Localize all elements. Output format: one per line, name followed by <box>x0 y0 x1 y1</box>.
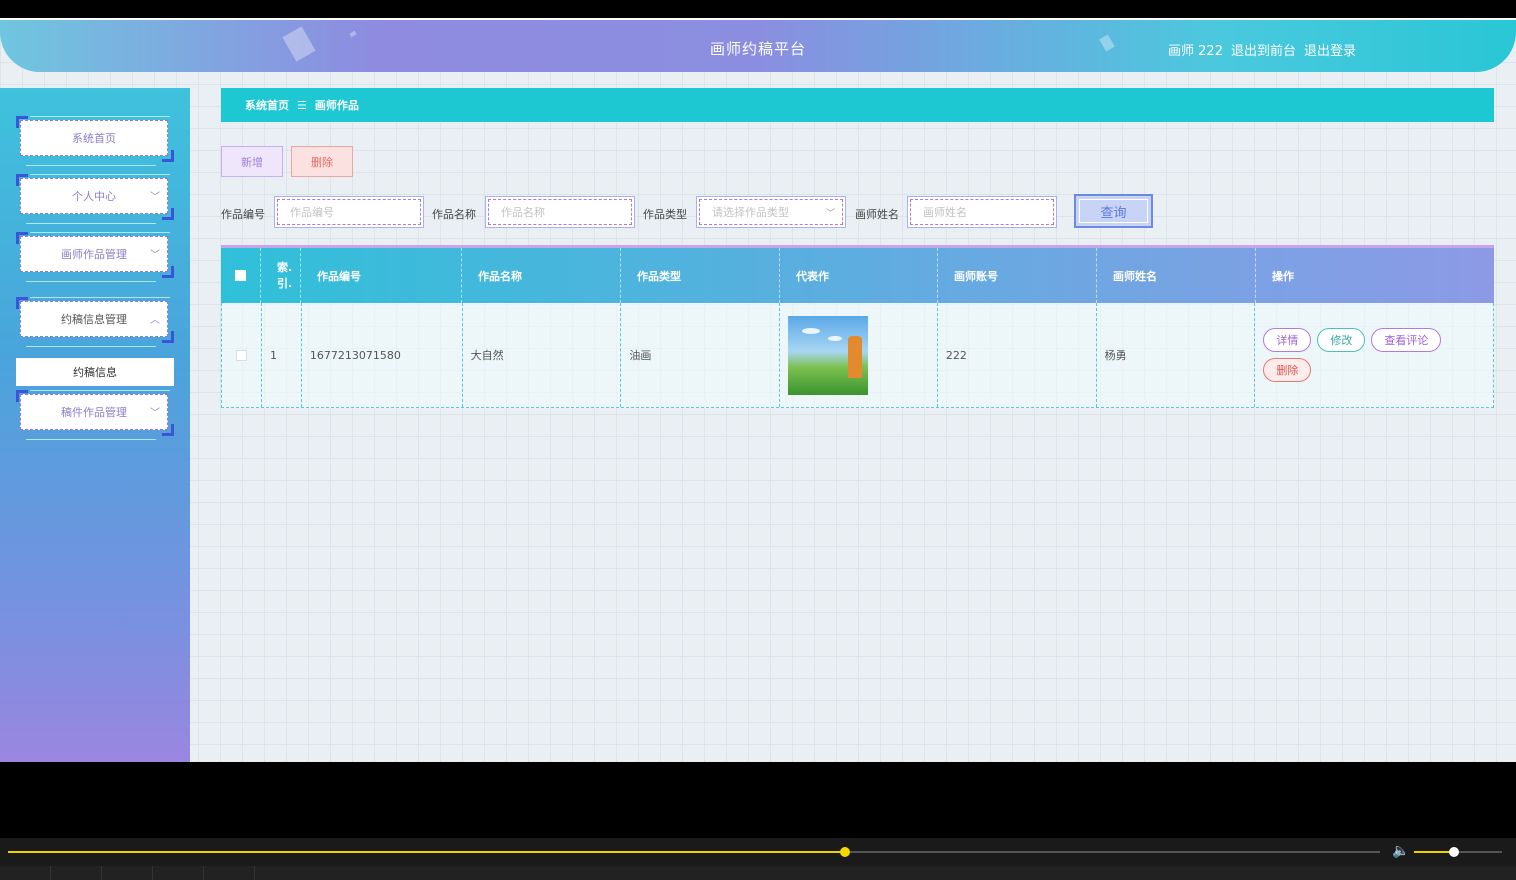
row-actions: 详情 修改 查看评论 删除 <box>1255 303 1493 407</box>
row-work-no: 1677213071580 <box>302 303 463 407</box>
top-header: 画师约稿平台 画师 222 退出到前台 退出登录 <box>0 18 1516 72</box>
row-checkbox[interactable] <box>222 303 262 407</box>
sidebar-item-artworks[interactable]: 画师作品管理 ﹀ <box>16 232 174 282</box>
sidebar-item-label: 稿件作品管理 <box>20 394 168 430</box>
breadcrumb: 系统首页 ☰ 画师作品 <box>221 88 1494 122</box>
app-frame: 画师约稿平台 画师 222 退出到前台 退出登录 系统首页 个人中心 ﹀ 画师作… <box>0 18 1516 762</box>
artworks-table: 索. 引. 作品编号 作品名称 作品类型 代表作 画师账号 画师姓名 操作 1 … <box>221 245 1494 408</box>
edit-button[interactable]: 修改 <box>1317 328 1366 352</box>
header-representative: 代表作 <box>780 248 938 303</box>
taskbar-strip <box>0 866 1516 880</box>
header-work-no: 作品编号 <box>301 248 462 303</box>
sidebar-item-label: 画师作品管理 <box>20 236 168 272</box>
sidebar: 系统首页 个人中心 ﹀ 画师作品管理 ﹀ 约稿信息管理 ︿ 约稿信息 稿件作品管… <box>0 88 190 762</box>
header-user-links: 画师 222 退出到前台 退出登录 <box>1168 40 1356 59</box>
work-type-select[interactable]: 请选择作品类型 ﹀ <box>696 196 846 228</box>
work-name-placeholder: 作品名称 <box>488 199 632 225</box>
add-button[interactable]: 新增 <box>221 146 283 177</box>
row-work-name: 大自然 <box>463 303 622 407</box>
row-representative <box>780 303 938 407</box>
row-delete-button[interactable]: 删除 <box>1263 358 1312 382</box>
work-name-input[interactable]: 作品名称 <box>485 196 635 228</box>
chevron-down-icon: ﹀ <box>825 209 835 219</box>
work-no-input[interactable]: 作品编号 <box>274 196 424 228</box>
header-work-name: 作品名称 <box>462 248 621 303</box>
breadcrumb-separator-icon: ☰ <box>297 98 307 112</box>
row-artist-name: 杨勇 <box>1097 303 1256 407</box>
speaker-icon[interactable]: 🔈 <box>1392 843 1409 859</box>
header-artist-account: 画师账号 <box>938 248 1097 303</box>
view-reviews-button[interactable]: 查看评论 <box>1371 328 1442 352</box>
volume-slider[interactable] <box>1414 847 1502 857</box>
work-name-label: 作品名称 <box>432 208 476 221</box>
breadcrumb-current: 画师作品 <box>314 99 359 112</box>
back-to-front-link[interactable]: 退出到前台 <box>1231 40 1296 59</box>
header-work-type: 作品类型 <box>621 248 780 303</box>
artist-name-label: 画师姓名 <box>855 208 899 221</box>
progress-handle[interactable] <box>839 847 850 857</box>
sidebar-item-label: 约稿信息管理 <box>20 301 168 337</box>
chevron-down-icon: ﹀ <box>150 408 160 419</box>
select-all-checkbox[interactable] <box>221 248 261 303</box>
header-index: 索. 引. <box>261 248 301 303</box>
row-index: 1 <box>262 303 302 407</box>
delete-button[interactable]: 删除 <box>291 146 353 177</box>
sidebar-item-personal[interactable]: 个人中心 ﹀ <box>16 174 174 224</box>
progress-fill <box>8 851 845 853</box>
volume-fill <box>1414 851 1454 853</box>
work-no-placeholder: 作品编号 <box>277 199 421 225</box>
artist-name-input[interactable]: 画师姓名 <box>907 196 1057 228</box>
work-type-label: 作品类型 <box>643 208 687 221</box>
submenu-commission-info[interactable]: 约稿信息 <box>16 358 174 386</box>
row-artist-account: 222 <box>938 303 1097 407</box>
sidebar-item-label: 系统首页 <box>20 120 168 156</box>
row-work-type: 油画 <box>621 303 781 407</box>
work-no-label: 作品编号 <box>221 208 265 221</box>
sidebar-item-commissions[interactable]: 约稿信息管理 ︿ <box>16 297 174 347</box>
logout-link[interactable]: 退出登录 <box>1304 40 1356 59</box>
detail-button[interactable]: 详情 <box>1263 328 1312 352</box>
table-row: 1 1677213071580 大自然 油画 222 杨勇 详情 修改 查看评论… <box>221 303 1494 408</box>
chevron-up-icon: ︿ <box>150 315 160 326</box>
query-button[interactable]: 查询 <box>1074 194 1153 228</box>
volume-handle[interactable] <box>1448 847 1459 857</box>
table-header: 索. 引. 作品编号 作品名称 作品类型 代表作 画师账号 画师姓名 操作 <box>221 248 1494 303</box>
sidebar-item-manuscripts[interactable]: 稿件作品管理 ﹀ <box>16 390 174 440</box>
header-artist-name: 画师姓名 <box>1097 248 1256 303</box>
current-user: 画师 222 <box>1168 44 1223 59</box>
sidebar-item-home[interactable]: 系统首页 <box>16 116 174 166</box>
header-actions: 操作 <box>1272 269 1294 283</box>
decoration <box>349 30 357 38</box>
work-type-placeholder: 请选择作品类型 <box>699 199 843 225</box>
sidebar-item-label: 个人中心 <box>20 178 168 214</box>
artwork-thumbnail[interactable] <box>788 315 869 395</box>
chevron-down-icon: ﹀ <box>150 250 160 261</box>
artist-name-placeholder: 画师姓名 <box>910 199 1054 225</box>
chevron-down-icon: ﹀ <box>150 192 160 203</box>
breadcrumb-home[interactable]: 系统首页 <box>245 97 289 113</box>
progress-slider[interactable] <box>8 847 1380 857</box>
